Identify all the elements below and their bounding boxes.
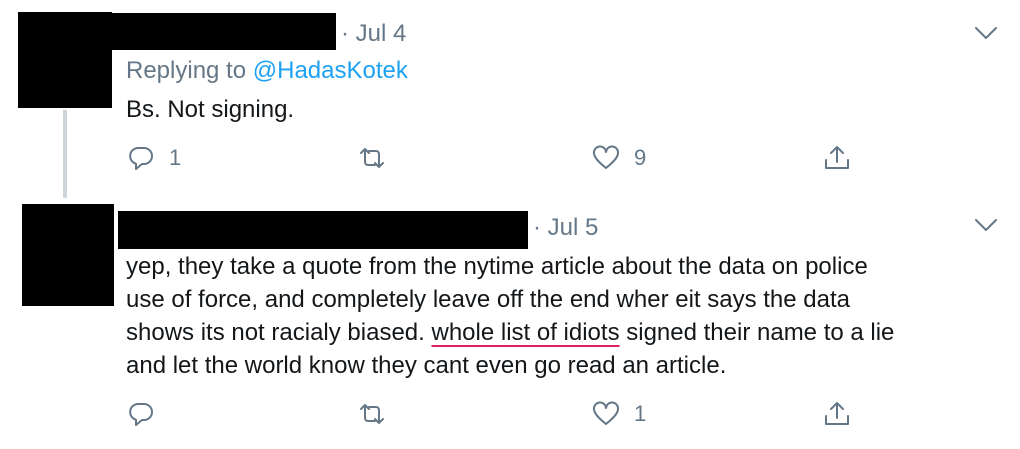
tweet-date[interactable]: · Jul 5 <box>533 214 598 242</box>
avatar[interactable] <box>18 12 112 108</box>
like-button[interactable]: 9 <box>592 144 646 172</box>
like-count: 1 <box>634 401 647 426</box>
like-count: 9 <box>634 145 647 170</box>
chevron-down-icon[interactable] <box>974 26 998 40</box>
retweet-icon <box>360 404 384 424</box>
share-icon <box>825 402 849 425</box>
mention-link[interactable]: @HadasKotek <box>253 57 408 84</box>
tweet-date[interactable]: · Jul 4 <box>341 20 406 48</box>
reply-button[interactable]: 1 <box>127 144 181 172</box>
share-button[interactable] <box>823 400 851 428</box>
text-line: use of force, and completely leave off t… <box>126 286 850 313</box>
text-segment: signed their name to a lie <box>619 319 895 346</box>
tweet-text: yep, they take a quote from the nytime a… <box>126 250 894 382</box>
redacted-author-name <box>112 13 336 50</box>
text-line: and let the world know they cant even go… <box>126 352 727 379</box>
share-button[interactable] <box>823 144 851 172</box>
text-segment: shows its not racialy biased. <box>126 319 432 346</box>
reply-count: 1 <box>169 145 182 170</box>
reply-icon <box>129 147 153 170</box>
redacted-author-name <box>118 211 528 249</box>
replying-to: Replying to @HadasKotek <box>126 57 408 85</box>
retweet-button[interactable] <box>358 400 400 428</box>
chevron-down-icon[interactable] <box>974 218 998 232</box>
thread-line <box>63 110 67 198</box>
underlined-annotation: whole list of idiots <box>431 319 620 346</box>
replying-prefix: Replying to <box>126 57 253 84</box>
tweet-2: · Jul 5 yep, they take a quote from the … <box>0 200 1020 449</box>
reply-icon <box>129 403 153 426</box>
text-line: yep, they take a quote from the nytime a… <box>126 253 868 280</box>
like-icon <box>593 145 619 169</box>
share-icon <box>825 146 849 169</box>
text-line: shows its not racialy biased. whole list… <box>126 316 894 349</box>
retweet-icon <box>360 148 384 168</box>
like-button[interactable]: 1 <box>592 400 646 428</box>
like-icon <box>593 401 619 425</box>
retweet-button[interactable] <box>358 144 400 172</box>
reply-button[interactable] <box>127 400 169 428</box>
tweet-1: · Jul 4 Replying to @HadasKotek Bs. Not … <box>0 0 1020 200</box>
avatar[interactable] <box>22 204 114 306</box>
tweet-text: Bs. Not signing. <box>126 96 295 123</box>
